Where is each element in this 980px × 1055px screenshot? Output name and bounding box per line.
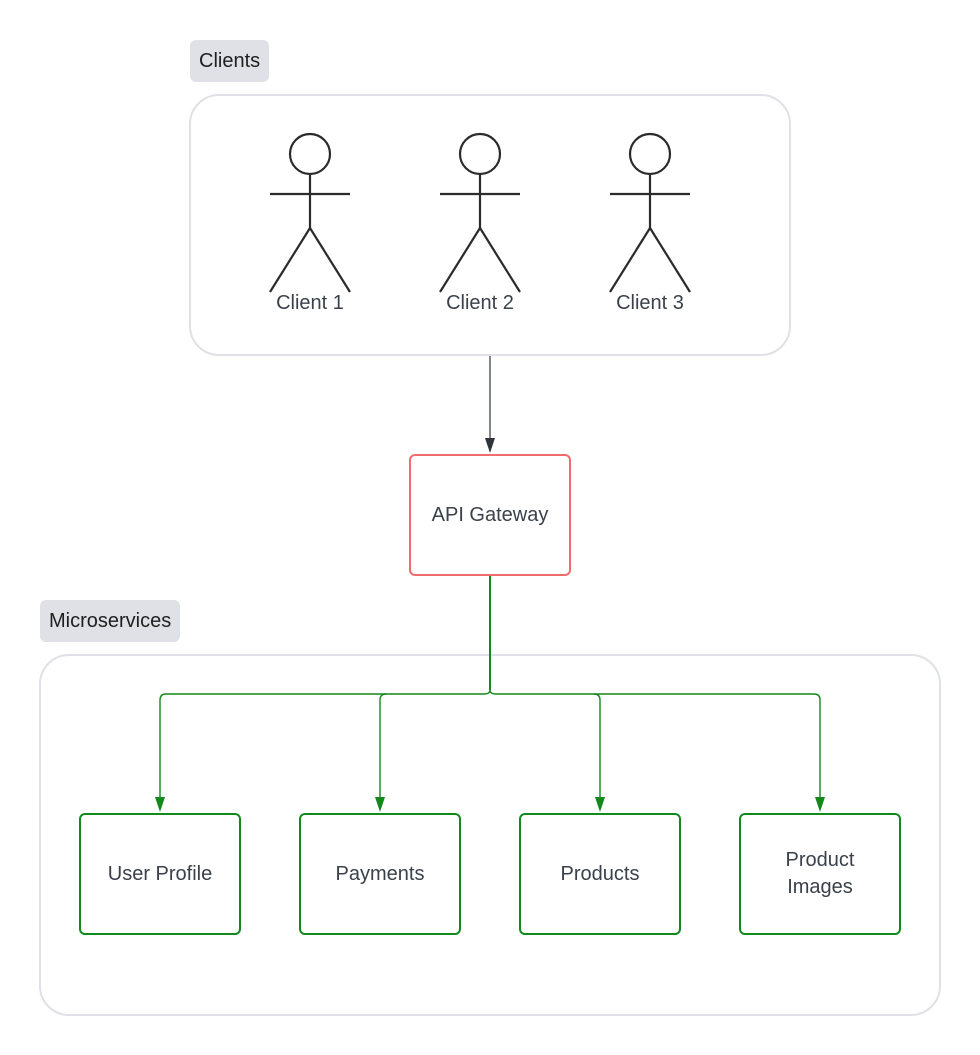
service-node-products[interactable]: Products bbox=[519, 813, 681, 935]
api-gateway-node[interactable]: API Gateway bbox=[409, 454, 571, 576]
actor-label-client-1: Client 1 bbox=[276, 292, 344, 314]
arrowhead-icon bbox=[155, 797, 165, 812]
service-node-payments[interactable]: Payments bbox=[299, 813, 461, 935]
arrowhead-icon bbox=[595, 797, 605, 812]
edge-gateway-trunk[interactable] bbox=[159, 576, 821, 808]
service-node-user-profile[interactable]: User Profile bbox=[79, 813, 241, 935]
actor-icon[interactable] bbox=[269, 132, 351, 293]
api-gateway-label: API Gateway bbox=[431, 503, 549, 526]
actor-label-client-3: Client 3 bbox=[616, 292, 684, 314]
service-label: Payments bbox=[335, 862, 425, 885]
arrowhead-icon bbox=[815, 797, 825, 812]
service-label: Products bbox=[560, 862, 640, 885]
service-label: User Profile bbox=[107, 862, 213, 885]
arrowhead-icon bbox=[485, 438, 495, 453]
service-node-product-images[interactable]: Product Images bbox=[739, 813, 901, 935]
edge-clients-to-gateway[interactable] bbox=[485, 356, 495, 453]
service-label: Product Images bbox=[785, 849, 855, 898]
actor-icon[interactable] bbox=[609, 132, 691, 293]
actor-label-client-2: Client 2 bbox=[446, 292, 514, 314]
arrowhead-icon bbox=[375, 797, 385, 812]
actor-icon[interactable] bbox=[439, 132, 521, 293]
